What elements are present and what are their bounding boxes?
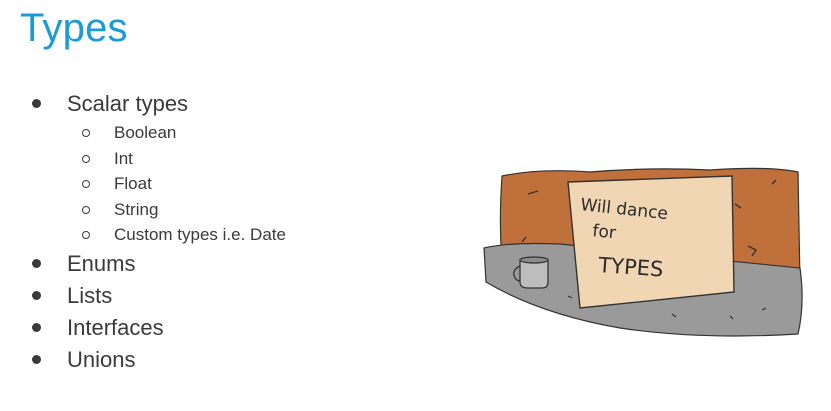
- bullet-list: Scalar types Boolean Int Float String Cu…: [30, 88, 286, 376]
- slide-title: Types: [20, 6, 128, 50]
- bullet-dot: [32, 354, 41, 364]
- bullet-label: Enums: [67, 250, 136, 276]
- sub-item-label: Float: [114, 174, 152, 193]
- will-dance-for-types-illustration: Will dance for TYPES: [483, 167, 803, 337]
- sub-item-label: Boolean: [114, 123, 177, 142]
- sub-item-string: String: [82, 197, 286, 223]
- sub-item-label: Int: [114, 148, 133, 168]
- sub-bullet-ring: [82, 180, 90, 188]
- sub-item-int: Int: [82, 146, 286, 172]
- bullet-label: Lists: [67, 282, 113, 308]
- scalar-sub-list: Boolean Int Float String Custom types i.…: [67, 120, 286, 248]
- sub-item-boolean: Boolean: [82, 120, 286, 146]
- bullet-dot: [32, 258, 41, 268]
- bullet-scalar-types: Scalar types Boolean Int Float String Cu…: [30, 88, 286, 248]
- bullet-interfaces: Interfaces: [30, 312, 286, 344]
- sub-bullet-ring: [82, 205, 90, 214]
- sub-item-label: Custom types i.e. Date: [114, 225, 286, 244]
- mug-rim: [519, 256, 549, 264]
- sub-item-float: Float: [82, 171, 286, 197]
- bullet-label: Scalar types: [67, 91, 189, 116]
- bullet-label: Interfaces: [67, 314, 164, 340]
- bullet-label: Unions: [67, 346, 136, 372]
- sign-text-line2: for: [591, 221, 616, 243]
- mug-icon: [519, 259, 549, 289]
- bullet-unions: Unions: [30, 344, 286, 376]
- bullet-dot: [32, 322, 41, 332]
- bullet-lists: Lists: [30, 280, 286, 312]
- sign-text-line3: TYPES: [597, 253, 664, 282]
- sub-bullet-ring: [82, 129, 90, 137]
- sub-bullet-ring: [82, 231, 90, 239]
- bullet-dot: [32, 99, 41, 108]
- sub-item-label: String: [114, 199, 159, 219]
- sub-item-custom-types: Custom types i.e. Date: [82, 222, 286, 248]
- bullet-enums: Enums: [30, 248, 286, 280]
- bullet-dot: [32, 290, 41, 300]
- sub-bullet-ring: [82, 154, 90, 163]
